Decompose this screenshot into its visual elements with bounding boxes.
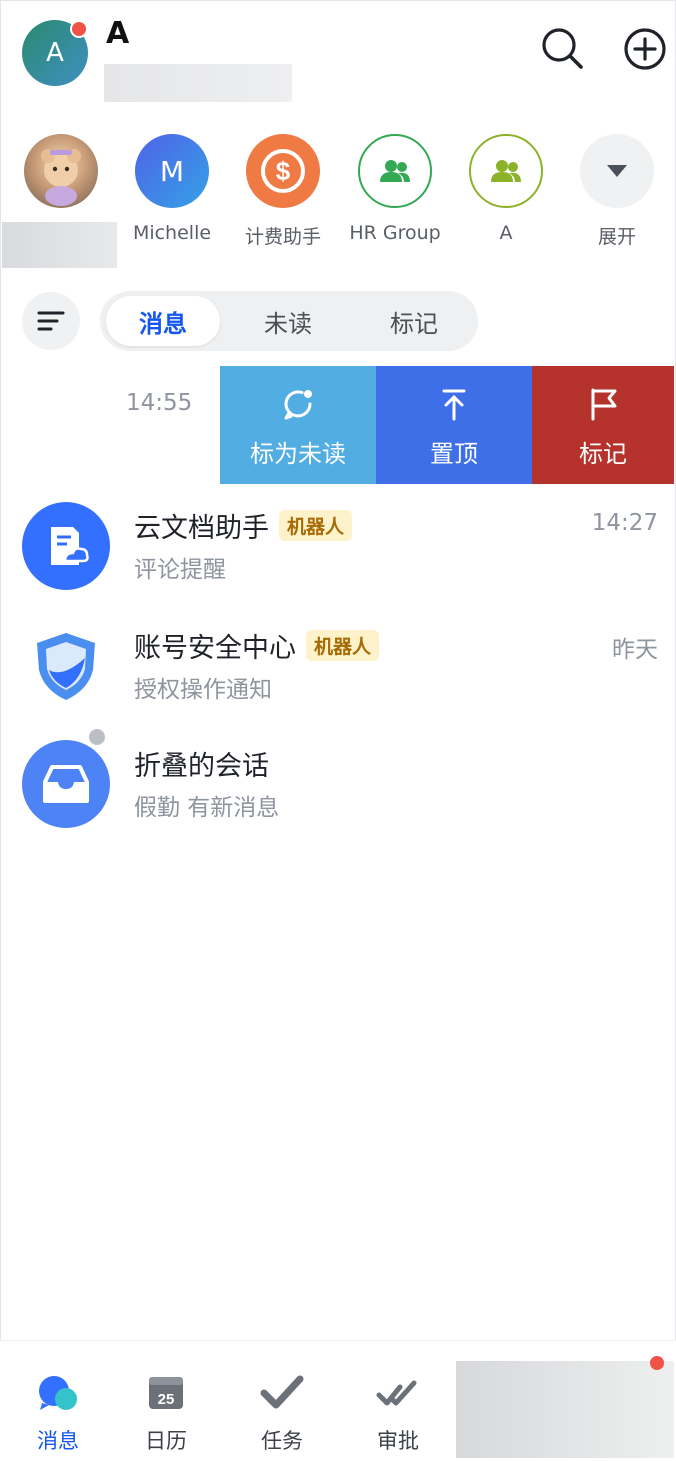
tab-approvals[interactable]: 审批 [340, 1341, 456, 1461]
mark-unread-icon [220, 386, 376, 422]
chat-title: 折叠的会话 [134, 744, 269, 783]
chat-name: 账号安全中心 [134, 633, 296, 664]
tab-tasks[interactable]: 任务 [224, 1341, 340, 1461]
tab-redacted[interactable] [456, 1361, 674, 1458]
teddy-avatar [24, 134, 98, 208]
bot-badge: 机器人 [279, 510, 353, 541]
tab-messages-nav[interactable]: 消息 [0, 1341, 116, 1461]
tab-label: 日历 [145, 1429, 187, 1453]
caret-down-icon [580, 134, 654, 208]
flag-icon [532, 386, 674, 422]
shortcut-label: 计费助手 [244, 226, 321, 248]
search-icon[interactable] [540, 26, 584, 70]
group-icon [469, 134, 543, 208]
shortcut-billing-assistant[interactable]: $ 计费助手 [233, 134, 333, 249]
chat-preview: 假勤 有新消息 [134, 795, 280, 821]
chat-time: 昨天 [612, 637, 658, 663]
swiped-chat-time: 14:55 [126, 390, 193, 416]
tab-label: 消息 [37, 1429, 79, 1453]
tab-calendar[interactable]: 25 日历 [108, 1341, 224, 1461]
chat-title: 云文档助手 机器人 [134, 506, 353, 545]
my-avatar-initial: A [46, 38, 64, 68]
pin-top-button[interactable]: 置顶 [376, 366, 532, 484]
inbox-icon [22, 740, 110, 828]
mark-unread-label: 标为未读 [250, 440, 346, 468]
tab-label: 任务 [261, 1429, 303, 1453]
pin-top-label: 置顶 [430, 440, 478, 468]
shortcut-hr-group[interactable]: HR Group [345, 134, 445, 244]
shortcut-expand[interactable]: 展开 [567, 134, 667, 249]
chat-time: 14:27 [591, 510, 658, 536]
my-name[interactable]: A [106, 16, 129, 51]
cloud-doc-icon [22, 502, 110, 590]
shortcut-label: A [499, 222, 513, 244]
chat-title: 账号安全中心 机器人 [134, 626, 380, 665]
michelle-avatar: M [135, 134, 209, 208]
status-dot [70, 20, 88, 38]
chat-item-cloud-docs-assistant[interactable]: 云文档助手 机器人 评论提醒 14:27 [0, 486, 676, 604]
dollar-icon: $ [246, 134, 320, 208]
list-filter-icon [37, 311, 65, 331]
task-check-icon [224, 1373, 340, 1413]
tab-unread[interactable]: 未读 [228, 296, 348, 346]
flag-label: 标记 [579, 440, 627, 468]
mark-unread-button[interactable]: 标为未读 [220, 366, 376, 484]
tab-messages[interactable]: 消息 [106, 296, 220, 346]
shortcut-label: 展开 [597, 226, 636, 248]
bot-badge: 机器人 [306, 630, 380, 661]
filter-menu-button[interactable] [22, 292, 80, 350]
message-filter-tabs: 消息 未读 标记 [100, 291, 478, 351]
chat-name: 云文档助手 [134, 513, 269, 544]
muted-unread-dot [86, 726, 108, 748]
group-icon [358, 134, 432, 208]
shortcut-group-a[interactable]: A [456, 134, 556, 244]
svg-text:$: $ [276, 156, 291, 186]
double-check-icon [340, 1373, 456, 1413]
tab-badge-dot [650, 1356, 664, 1370]
calendar-icon: 25 [108, 1373, 224, 1413]
chat-bubble-icon [0, 1373, 116, 1413]
add-circle-icon[interactable] [622, 26, 668, 72]
michelle-initial: M [159, 154, 185, 188]
shortcut-label: Michelle [132, 222, 212, 244]
tab-flagged[interactable]: 标记 [354, 296, 474, 346]
shortcut-michelle[interactable]: M Michelle [122, 134, 222, 244]
chat-name: 折叠的会话 [134, 751, 269, 782]
calendar-day: 25 [158, 1391, 175, 1408]
tab-label: 审批 [377, 1429, 419, 1453]
shortcut-photo-contact[interactable] [11, 134, 111, 208]
chat-preview: 评论提醒 [134, 557, 226, 583]
my-status-redacted[interactable] [104, 64, 292, 102]
shortcut-label: HR Group [349, 222, 441, 244]
chat-item-folded-conversations[interactable]: 折叠的会话 假勤 有新消息 [0, 724, 676, 842]
flag-button[interactable]: 标记 [532, 366, 674, 484]
shortcut-label-redacted [2, 222, 117, 268]
chat-item-account-security[interactable]: 账号安全中心 机器人 授权操作通知 昨天 [0, 606, 676, 724]
chat-preview: 授权操作通知 [134, 677, 272, 703]
pin-top-icon [376, 386, 532, 422]
shield-icon [22, 622, 110, 710]
